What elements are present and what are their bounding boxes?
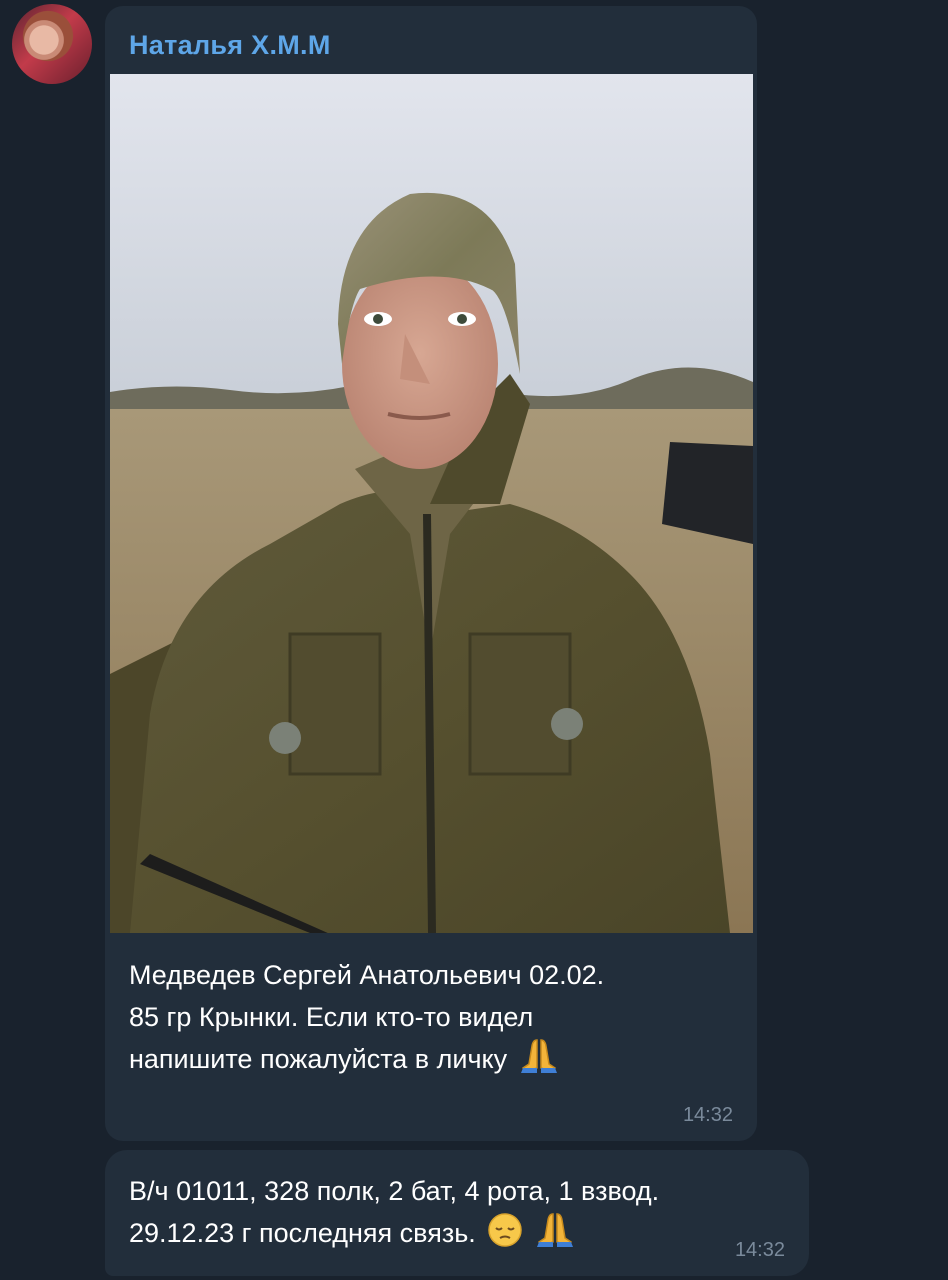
sender-avatar[interactable] bbox=[12, 4, 92, 84]
message-caption: Медведев Сергей Анатольевич 02.02. 85 гр… bbox=[129, 954, 729, 1086]
message-time: 14:32 bbox=[682, 1104, 733, 1126]
message-photo[interactable] bbox=[110, 74, 753, 933]
message-line-2: 29.12.23 г последняя связь. bbox=[129, 1212, 809, 1260]
message-line-1: В/ч 01011, 328 полк, 2 бат, 4 рота, 1 вз… bbox=[129, 1176, 660, 1206]
caption-line-1: Медведев Сергей Анатольевич 02.02. bbox=[129, 960, 605, 990]
message-bubble-photo[interactable]: Наталья Х.М.М Медведев Сергей Анатольеви… bbox=[105, 6, 757, 1141]
message-time: 14:32 bbox=[734, 1239, 785, 1261]
chat-view: Наталья Х.М.М Медведев Сергей Анатольеви… bbox=[0, 0, 948, 1280]
folded-hands-emoji-icon bbox=[535, 1212, 575, 1260]
folded-hands-emoji-icon bbox=[519, 1038, 559, 1086]
message-line-2-text: 29.12.23 г последняя связь. bbox=[129, 1218, 476, 1248]
soldier-photo-image bbox=[110, 74, 753, 933]
caption-line-3: напишите пожалуйста в личку bbox=[129, 1038, 729, 1086]
sender-name[interactable]: Наталья Х.М.М bbox=[129, 30, 331, 61]
message-bubble-text[interactable]: В/ч 01011, 328 полк, 2 бат, 4 рота, 1 вз… bbox=[105, 1150, 809, 1276]
caption-line-3-text: напишите пожалуйста в личку bbox=[129, 1044, 508, 1074]
message-text: В/ч 01011, 328 полк, 2 бат, 4 рота, 1 вз… bbox=[129, 1170, 809, 1260]
caption-line-2: 85 гр Крынки. Если кто-то видел bbox=[129, 1002, 534, 1032]
pensive-face-emoji-icon bbox=[487, 1212, 523, 1260]
